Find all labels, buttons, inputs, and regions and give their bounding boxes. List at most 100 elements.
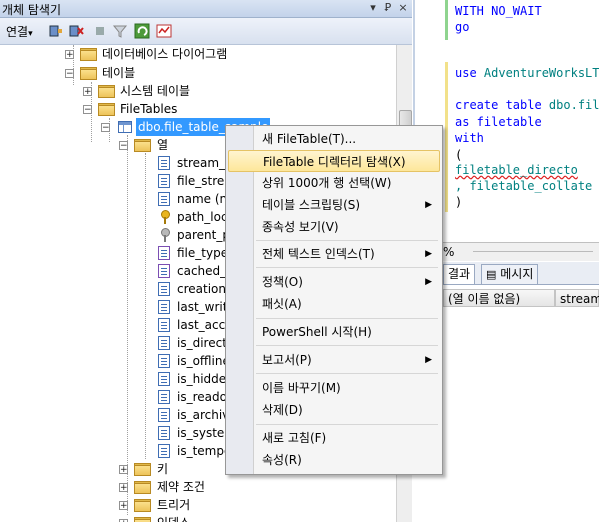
menu-item-refresh[interactable]: 새로 고침(F) bbox=[254, 427, 440, 449]
tab-messages[interactable]: ▤ 메시지 bbox=[481, 264, 539, 284]
column-icon bbox=[158, 426, 170, 440]
connect-dropdown-icon[interactable]: ▾ bbox=[28, 29, 33, 39]
computed-column-icon bbox=[158, 264, 170, 278]
tree-node-label: 키 bbox=[157, 462, 169, 476]
menu-item-view-dependencies[interactable]: 종속성 보기(V) bbox=[254, 216, 440, 238]
refresh-icon[interactable] bbox=[134, 23, 150, 39]
folder-icon bbox=[98, 103, 115, 116]
stop-icon[interactable] bbox=[92, 23, 108, 39]
folder-icon bbox=[80, 48, 97, 61]
menu-separator bbox=[256, 318, 438, 319]
activity-monitor-icon[interactable] bbox=[156, 23, 172, 39]
column-icon bbox=[158, 282, 170, 296]
foreign-key-icon bbox=[159, 228, 171, 242]
menu-item-start-powershell[interactable]: PowerShell 시작(H) bbox=[254, 321, 440, 343]
disconnect-icon[interactable] bbox=[68, 23, 84, 39]
connect-object-explorer-icon[interactable] bbox=[48, 23, 64, 39]
column-icon bbox=[158, 444, 170, 458]
grid-column-header[interactable]: stream bbox=[555, 289, 599, 307]
grid-column-header[interactable]: (열 이름 없음) bbox=[443, 289, 555, 307]
tree-node-label: 제약 조건 bbox=[157, 480, 205, 494]
menu-item-select-top-1000[interactable]: 상위 1000개 행 선택(W) bbox=[254, 172, 440, 194]
column-icon bbox=[158, 354, 170, 368]
object-explorer-toolbar: 연결▾ bbox=[0, 18, 412, 45]
window-position-dropdown-icon[interactable]: ▾ bbox=[366, 1, 380, 14]
menu-separator bbox=[256, 424, 438, 425]
tree-node-label: file_type bbox=[177, 246, 229, 260]
tree-node-label: 시스템 테이블 bbox=[120, 84, 191, 98]
code-line: ( bbox=[455, 148, 463, 162]
column-icon bbox=[158, 318, 170, 332]
horizontal-scroll-track[interactable] bbox=[473, 251, 593, 252]
column-icon bbox=[158, 174, 170, 188]
connect-label: 연결 bbox=[6, 25, 29, 39]
folder-icon bbox=[134, 517, 151, 522]
column-icon bbox=[158, 336, 170, 350]
menu-item-properties[interactable]: 속성(R) bbox=[254, 449, 440, 471]
code-line: create table dbo.file bbox=[455, 98, 599, 112]
menu-separator bbox=[256, 345, 438, 346]
collapse-icon[interactable]: − bbox=[119, 141, 128, 151]
folder-icon bbox=[80, 67, 97, 80]
tree-node-label: 인덱스 bbox=[157, 514, 190, 522]
menu-item-explore-filetable-directory[interactable]: FileTable 디렉터리 탐색(X) bbox=[228, 150, 440, 172]
folder-icon bbox=[134, 463, 151, 476]
object-explorer-title: 개체 탐색기 bbox=[2, 3, 62, 17]
tree-node-filetables[interactable]: − FileTables bbox=[0, 100, 396, 118]
menu-separator bbox=[256, 373, 438, 374]
tree-node-label: creation_ bbox=[177, 282, 232, 296]
change-marker bbox=[445, 0, 448, 40]
close-panel-icon[interactable]: × bbox=[396, 1, 410, 14]
column-icon bbox=[158, 390, 170, 404]
menu-item-facets[interactable]: 패싯(A) bbox=[254, 293, 440, 315]
menu-item-policies[interactable]: 정책(O) ▶ bbox=[254, 271, 440, 293]
menu-item-reports[interactable]: 보고서(P) ▶ bbox=[254, 349, 440, 371]
menu-separator bbox=[256, 267, 438, 268]
collapse-icon[interactable]: − bbox=[101, 123, 110, 133]
tree-node-tables[interactable]: − 테이블 bbox=[0, 64, 396, 82]
folder-icon bbox=[134, 481, 151, 494]
filter-icon[interactable] bbox=[112, 23, 128, 39]
key-icon bbox=[159, 210, 171, 224]
connect-button[interactable]: 연결▾ bbox=[6, 23, 33, 40]
expand-icon[interactable]: + bbox=[119, 483, 128, 493]
collapse-icon[interactable]: − bbox=[65, 69, 74, 79]
menu-item-script-table[interactable]: 테이블 스크립팅(S) ▶ bbox=[254, 194, 440, 216]
code-line: , filetable_collate bbox=[455, 179, 593, 193]
tree-node-database-diagrams[interactable]: + 데이터베이스 다이어그램 bbox=[0, 45, 396, 63]
code-line: WITH NO_WAIT bbox=[455, 4, 542, 18]
submenu-arrow-icon: ▶ bbox=[425, 249, 432, 259]
tree-node-triggers[interactable]: + 트리거 bbox=[0, 496, 396, 514]
expand-icon[interactable]: + bbox=[65, 50, 74, 60]
tab-results[interactable]: 결과 bbox=[443, 264, 476, 284]
code-line: ) bbox=[455, 195, 463, 209]
context-menu-icon-strip bbox=[226, 126, 254, 474]
context-menu: 새 FileTable(T)... FileTable 디렉터리 탐색(X) 상… bbox=[225, 125, 443, 475]
column-icon bbox=[158, 408, 170, 422]
expand-icon[interactable]: + bbox=[83, 87, 92, 97]
column-icon bbox=[158, 192, 170, 206]
tree-node-label: is_offline bbox=[177, 354, 230, 368]
menu-item-new-filetable[interactable]: 새 FileTable(T)... bbox=[254, 128, 440, 150]
menu-item-rename[interactable]: 이름 바꾸기(M) bbox=[254, 377, 440, 399]
folder-icon bbox=[98, 85, 115, 98]
zoom-level[interactable]: % bbox=[443, 245, 454, 259]
table-icon bbox=[118, 121, 132, 133]
auto-hide-pin-icon[interactable]: Ꝑ bbox=[381, 1, 395, 14]
messages-icon: ▤ bbox=[486, 268, 497, 281]
submenu-arrow-icon: ▶ bbox=[425, 200, 432, 210]
collapse-icon[interactable]: − bbox=[83, 105, 92, 115]
expand-icon[interactable]: + bbox=[119, 465, 128, 475]
folder-icon bbox=[134, 499, 151, 512]
tree-node-constraints[interactable]: + 제약 조건 bbox=[0, 478, 396, 496]
menu-item-fulltext-index[interactable]: 전체 텍스트 인덱스(T) ▶ bbox=[254, 243, 440, 265]
tree-node-indexes[interactable]: + 인덱스 bbox=[0, 514, 396, 522]
code-line: filetable_directo bbox=[455, 163, 578, 177]
column-icon bbox=[158, 156, 170, 170]
expand-icon[interactable]: + bbox=[119, 501, 128, 511]
folder-icon bbox=[134, 139, 151, 152]
submenu-arrow-icon: ▶ bbox=[425, 277, 432, 287]
tree-node-system-tables[interactable]: + 시스템 테이블 bbox=[0, 82, 396, 100]
tree-node-label: is_tempo bbox=[177, 444, 232, 458]
menu-item-delete[interactable]: 삭제(D) bbox=[254, 399, 440, 421]
